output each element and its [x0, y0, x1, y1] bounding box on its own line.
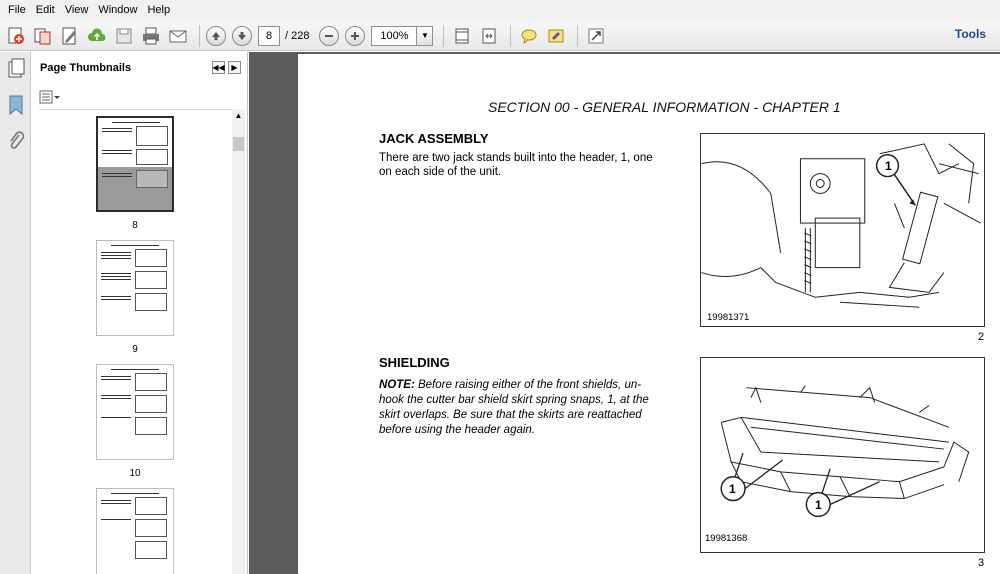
- note-label: NOTE:: [379, 379, 415, 391]
- shielding-note-line-4: before using the header again.: [379, 424, 536, 436]
- toolbar-separator: [199, 24, 200, 47]
- thumbnail-page-11[interactable]: [96, 488, 174, 574]
- thumbnail-page-9[interactable]: [96, 240, 174, 336]
- scroll-up-icon[interactable]: ▲: [232, 111, 245, 123]
- thumbnail-page-10[interactable]: [96, 364, 174, 460]
- comment-icon[interactable]: [517, 24, 541, 48]
- shielding-heading: SHIELDING: [379, 355, 450, 370]
- edit-document-icon[interactable]: [58, 24, 82, 48]
- options-icon: [39, 90, 60, 104]
- note-text-1: Before raising either of the front shiel…: [414, 379, 642, 391]
- thumbnail-label-9: 9: [132, 344, 138, 355]
- page-total: / 228: [285, 29, 310, 42]
- toolbar: 8 / 228 100% ▼ Tools: [0, 21, 1000, 51]
- collapse-panel-button[interactable]: ◀◀: [212, 61, 225, 74]
- print-icon[interactable]: [139, 24, 163, 48]
- document-viewer[interactable]: SECTION 00 - GENERAL INFORMATION - CHAPT…: [249, 52, 1000, 574]
- jack-callout: 1: [885, 159, 892, 173]
- page-number-input[interactable]: 8: [258, 25, 280, 46]
- jack-heading: JACK ASSEMBLY: [379, 131, 489, 146]
- toolbar-separator: [510, 24, 512, 47]
- combine-files-icon[interactable]: [31, 24, 55, 48]
- arrow-up-icon: [212, 31, 220, 40]
- thumbnail-page-8[interactable]: [96, 116, 174, 212]
- highlight-icon[interactable]: [544, 24, 568, 48]
- bookmarks-icon[interactable]: [6, 94, 26, 116]
- shielding-note-line-2: hook the cutter bar shield skirt spring …: [379, 394, 649, 406]
- section-title: SECTION 00 - GENERAL INFORMATION - CHAPT…: [488, 99, 841, 115]
- menu-file[interactable]: File: [3, 0, 31, 21]
- thumbnail-scrollbar[interactable]: ▲: [232, 109, 245, 574]
- thumbnail-list: 8 9 10: [39, 109, 232, 574]
- fit-page-icon[interactable]: [450, 24, 474, 48]
- jack-figure-number: 2: [978, 331, 985, 343]
- menu-bar: File Edit View Window Help: [0, 0, 1000, 21]
- jack-body-line-1: There are two jack stands built into the…: [379, 152, 653, 164]
- menu-edit[interactable]: Edit: [31, 0, 60, 21]
- tools-button[interactable]: Tools: [955, 27, 986, 41]
- attachments-icon[interactable]: [6, 130, 26, 152]
- menu-view[interactable]: View: [60, 0, 94, 21]
- create-pdf-icon[interactable]: [4, 24, 28, 48]
- jack-figure: 1 19981371: [700, 133, 985, 327]
- zoom-out-button[interactable]: [319, 25, 340, 46]
- zoom-dropdown-button[interactable]: ▼: [417, 25, 434, 46]
- minus-icon: [325, 34, 334, 37]
- document-page: SECTION 00 - GENERAL INFORMATION - CHAPT…: [298, 54, 1000, 574]
- shielding-figure-number: 3: [978, 557, 985, 569]
- shielding-illustration: [720, 385, 970, 518]
- fit-width-icon[interactable]: [477, 24, 501, 48]
- panel-controls: ◀◀ ▶: [209, 61, 241, 74]
- thumbnail-label-8: 8: [132, 220, 138, 231]
- thumbnails-panel: Page Thumbnails ◀◀ ▶ 8 9 10 ▲: [31, 52, 248, 574]
- jack-figure-id: 19981371: [707, 312, 750, 323]
- arrow-down-icon: [238, 31, 246, 40]
- shielding-note-line-3: skirt overlaps. Be sure that the skirts …: [379, 409, 642, 421]
- menu-window[interactable]: Window: [93, 0, 142, 21]
- menu-help[interactable]: Help: [142, 0, 175, 21]
- thumbnail-label-10: 10: [129, 468, 141, 479]
- shielding-figure-id: 19981368: [705, 533, 748, 544]
- shielding-callout-a: 1: [729, 482, 736, 496]
- full-screen-icon[interactable]: [584, 24, 608, 48]
- toolbar-separator: [577, 24, 579, 47]
- scrollbar-thumb[interactable]: [233, 137, 244, 151]
- plus-icon: [351, 31, 360, 40]
- save-icon[interactable]: [112, 24, 136, 48]
- email-icon[interactable]: [166, 24, 190, 48]
- zoom-in-button[interactable]: [345, 25, 366, 46]
- thumbnail-options-button[interactable]: [39, 90, 61, 104]
- expand-panel-button[interactable]: ▶: [228, 61, 241, 74]
- pages-icon[interactable]: [6, 58, 26, 80]
- shielding-note-line-1: NOTE: Before raising either of the front…: [379, 378, 641, 392]
- zoom-level-input[interactable]: 100%: [371, 25, 418, 46]
- cloud-upload-icon[interactable]: [85, 24, 109, 48]
- shielding-figure: 1 1 19981368: [700, 357, 985, 553]
- toolbar-separator: [443, 24, 445, 47]
- jack-body-line-2: on each side of the unit.: [379, 166, 502, 178]
- next-page-button[interactable]: [232, 25, 252, 46]
- jack-illustration: [701, 143, 981, 308]
- shielding-callout-b: 1: [815, 498, 822, 512]
- navigation-rail: [0, 52, 31, 574]
- previous-page-button[interactable]: [206, 25, 226, 46]
